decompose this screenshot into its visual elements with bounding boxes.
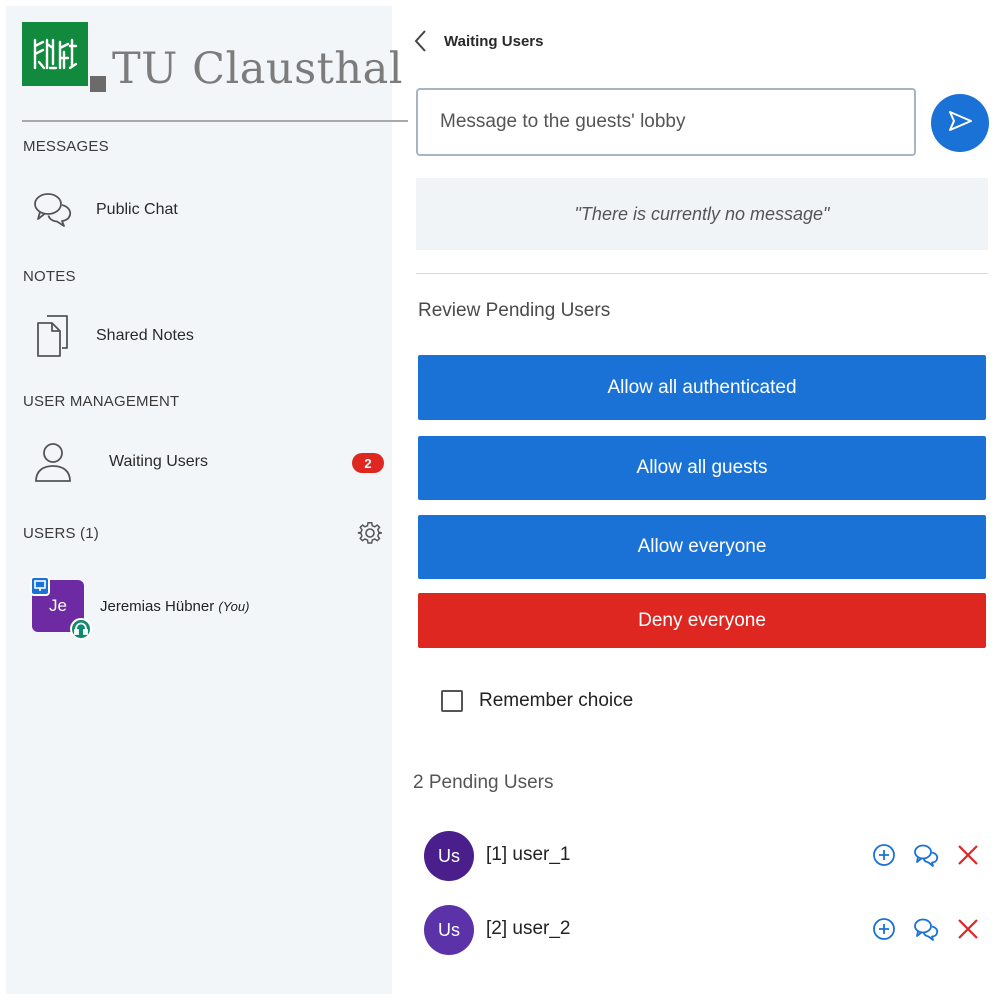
logo-square — [90, 76, 106, 92]
chevron-left-icon[interactable] — [412, 29, 430, 53]
send-icon — [947, 110, 973, 137]
pending-user-actions — [870, 915, 982, 943]
shared-notes-label: Shared Notes — [96, 327, 194, 344]
divider — [416, 273, 988, 274]
sidebar-item-public-chat[interactable]: Public Chat — [22, 182, 386, 238]
public-chat-label: Public Chat — [96, 201, 178, 218]
sidebar-item-waiting-users[interactable]: Waiting Users 2 — [22, 434, 386, 490]
sidebar: TU Clausthal MESSAGES Public Chat NOTES … — [6, 6, 408, 994]
accept-icon[interactable] — [870, 841, 898, 869]
users-heading: USERS (1) — [23, 525, 99, 542]
user-icon — [28, 439, 78, 485]
user-management-heading: USER MANAGEMENT — [23, 393, 180, 410]
gear-icon[interactable] — [357, 520, 383, 546]
avatar: Us — [424, 831, 474, 881]
review-heading: Review Pending Users — [418, 300, 611, 321]
lobby-message: "There is currently no message" — [416, 178, 988, 250]
headphones-icon — [70, 618, 92, 640]
allow-authenticated-button[interactable]: Allow all authenticated — [418, 355, 986, 420]
current-user-row[interactable]: Je Jeremias Hübner (You) — [30, 576, 380, 640]
pending-user-name: [1] user_1 — [486, 844, 571, 865]
list-item: Us [1] user_1 — [424, 829, 990, 883]
brand-name: TU Clausthal — [112, 44, 404, 94]
allow-guests-button[interactable]: Allow all guests — [418, 436, 986, 500]
university-crest-icon — [22, 22, 88, 86]
waiting-users-label: Waiting Users — [109, 453, 208, 470]
allow-everyone-button[interactable]: Allow everyone — [418, 515, 986, 579]
list-item: Us [2] user_2 — [424, 903, 990, 957]
deny-icon[interactable] — [954, 841, 982, 869]
brand-logo: TU Clausthal — [22, 22, 408, 122]
pending-heading: 2 Pending Users — [413, 772, 554, 793]
avatar: Us — [424, 905, 474, 955]
remember-choice-label: Remember choice — [479, 690, 634, 711]
private-chat-icon[interactable] — [912, 841, 940, 869]
logo-divider — [22, 120, 408, 122]
remember-choice[interactable]: Remember choice — [441, 690, 633, 712]
notes-icon — [28, 313, 78, 359]
sidebar-item-shared-notes[interactable]: Shared Notes — [22, 308, 386, 364]
private-chat-icon[interactable] — [912, 915, 940, 943]
remember-choice-checkbox[interactable] — [441, 690, 463, 712]
pending-user-actions — [870, 841, 982, 869]
page-title: Waiting Users — [444, 32, 544, 50]
lobby-message-input[interactable] — [416, 88, 916, 156]
waiting-users-badge: 2 — [352, 453, 384, 473]
deny-everyone-button[interactable]: Deny everyone — [418, 593, 986, 648]
notes-heading: NOTES — [23, 268, 76, 285]
deny-icon[interactable] — [954, 915, 982, 943]
pending-user-name: [2] user_2 — [486, 918, 571, 939]
send-button[interactable] — [931, 94, 989, 152]
presenter-icon — [30, 576, 50, 596]
current-user-name: Jeremias Hübner (You) — [100, 598, 250, 615]
messages-heading: MESSAGES — [23, 138, 109, 155]
chat-icon — [28, 187, 78, 233]
panel-header[interactable]: Waiting Users — [412, 28, 543, 54]
accept-icon[interactable] — [870, 915, 898, 943]
users-header: USERS (1) — [23, 518, 383, 548]
